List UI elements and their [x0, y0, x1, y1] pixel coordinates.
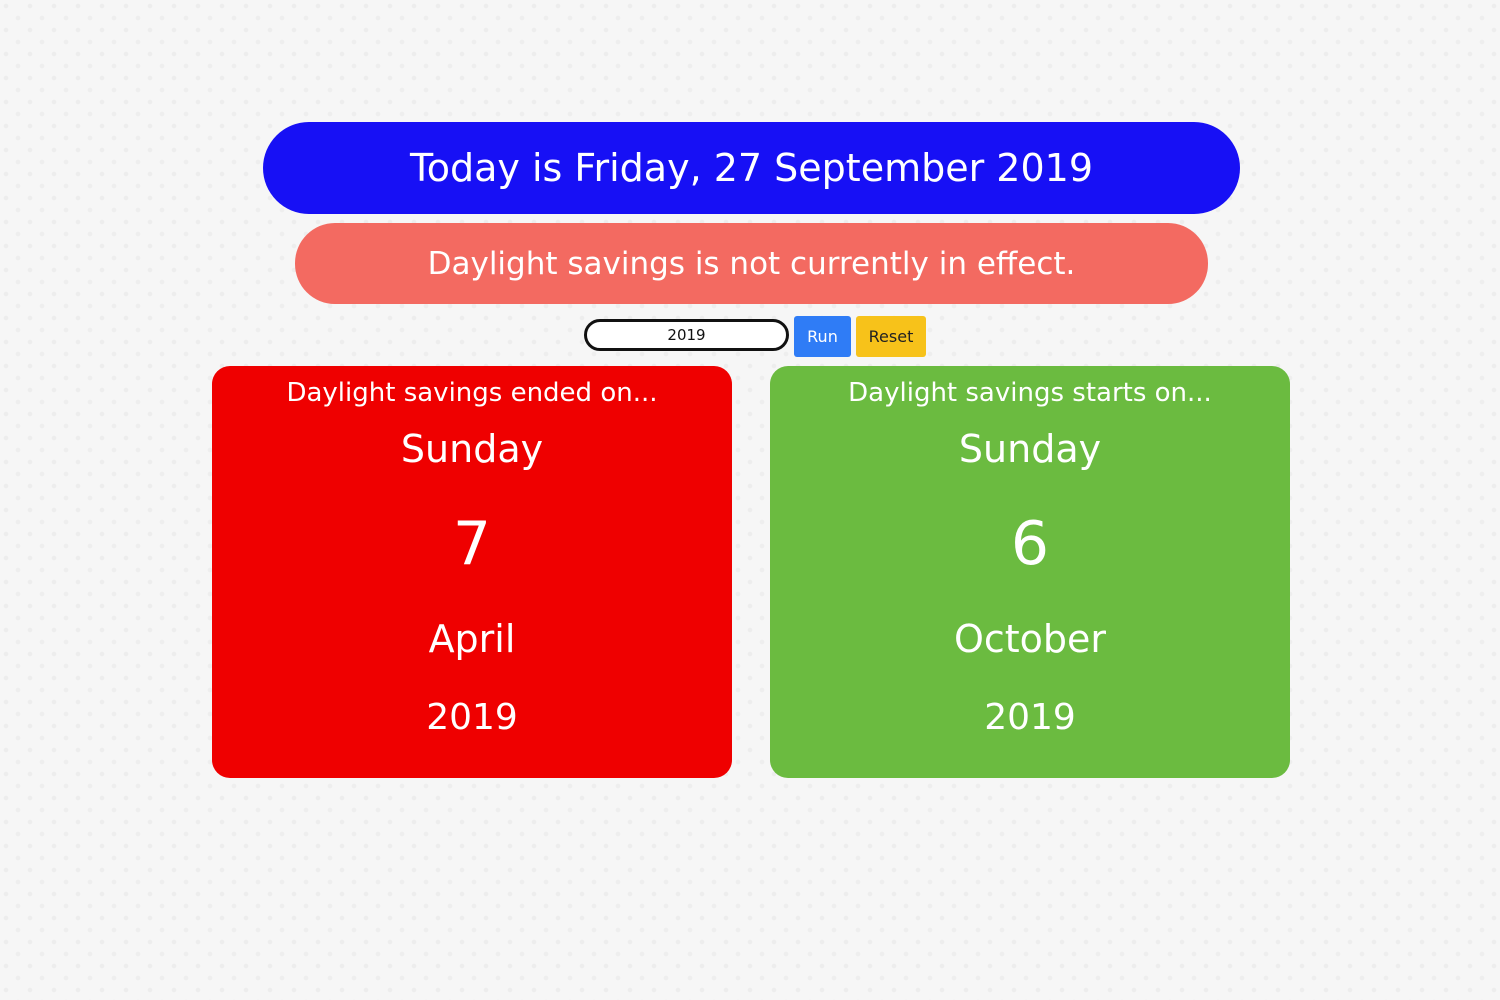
dst-ended-heading: Daylight savings ended on...	[286, 378, 658, 408]
today-banner: Today is Friday, 27 September 2019	[263, 122, 1240, 214]
year-input[interactable]	[584, 319, 789, 351]
dst-status-text: Daylight savings is not currently in eff…	[427, 245, 1076, 282]
dst-starts-day: 6	[1010, 509, 1050, 579]
reset-button[interactable]: Reset	[856, 316, 926, 357]
run-button[interactable]: Run	[794, 316, 851, 357]
dst-starts-heading: Daylight savings starts on...	[848, 378, 1212, 408]
today-text: Today is Friday, 27 September 2019	[410, 146, 1093, 190]
dst-ended-year: 2019	[426, 697, 518, 738]
dst-ended-card: Daylight savings ended on... Sunday 7 Ap…	[212, 366, 732, 778]
dst-starts-month: October	[953, 617, 1107, 661]
dst-starts-weekday: Sunday	[958, 427, 1102, 471]
dst-ended-day: 7	[452, 509, 492, 579]
year-controls: Run Reset	[584, 316, 929, 357]
dst-ended-weekday: Sunday	[400, 427, 544, 471]
dst-ended-month: April	[428, 617, 516, 661]
dst-status-banner: Daylight savings is not currently in eff…	[295, 223, 1208, 304]
dst-starts-card: Daylight savings starts on... Sunday 6 O…	[770, 366, 1290, 778]
dst-starts-year: 2019	[984, 697, 1076, 738]
